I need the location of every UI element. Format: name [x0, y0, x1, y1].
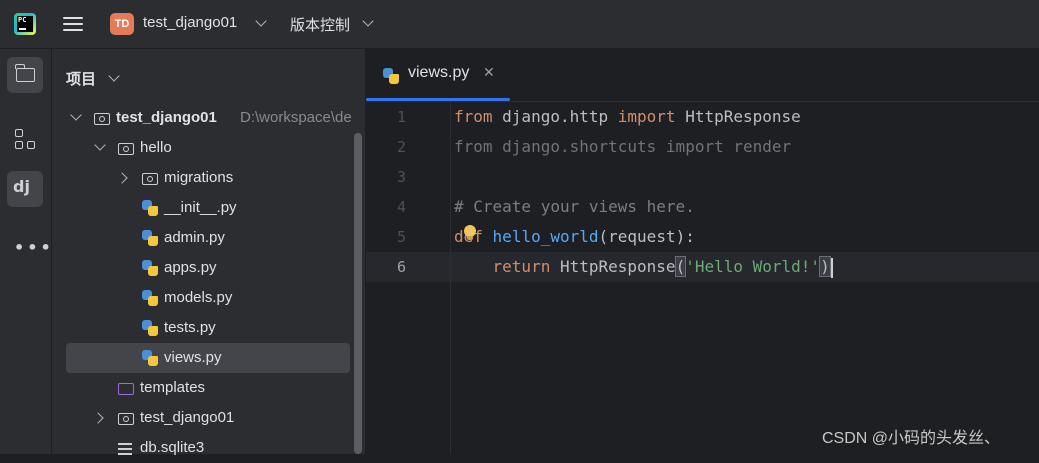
structure-icon — [15, 129, 23, 137]
tree-item-label: test_django01 — [116, 109, 217, 126]
project-badge[interactable]: TD — [110, 13, 134, 35]
package-icon — [118, 143, 134, 155]
title-bar: PC TD test_django01 版本控制 — [0, 0, 1039, 49]
tree-item-label: db.sqlite3 — [140, 439, 205, 456]
line-number: 2 — [396, 138, 406, 156]
tool-window-strip: dj ••• — [0, 49, 52, 454]
active-tab-indicator — [366, 98, 510, 101]
tree-item-hello[interactable]: hello — [52, 133, 352, 163]
line-number: 1 — [396, 108, 406, 126]
tree-item-label: templates — [140, 379, 206, 396]
tree-item-label: models.py — [164, 289, 233, 306]
chevron-down-icon[interactable] — [362, 15, 374, 27]
line-number-gutter: 1 2 3 4 5 6 — [366, 102, 451, 454]
package-icon — [118, 413, 134, 425]
tree-item-test-django01[interactable]: test_django01 — [52, 403, 352, 433]
tree-item-tests[interactable]: tests.py — [52, 313, 352, 343]
more-icon: ••• — [14, 238, 54, 257]
chevron-down-icon[interactable] — [108, 70, 120, 82]
package-icon — [142, 173, 158, 185]
code-line-4[interactable]: # Create your views here. — [454, 192, 695, 222]
python-file-icon — [142, 320, 158, 336]
vcs-menu[interactable]: 版本控制 — [290, 14, 350, 35]
chevron-right-icon[interactable] — [92, 412, 104, 424]
tree-item-project-root[interactable]: test_django01 D:\workspace\de — [52, 103, 352, 133]
editor-tab-bar: views.py ✕ — [366, 49, 1039, 102]
code-line-5[interactable]: def hello_world(request): — [454, 222, 695, 252]
chevron-down-icon[interactable] — [255, 15, 267, 27]
close-icon[interactable]: ✕ — [483, 65, 495, 81]
python-file-icon — [142, 290, 158, 306]
python-file-icon — [142, 200, 158, 216]
tree-item-label: apps.py — [164, 259, 217, 276]
templates-folder-icon — [118, 383, 134, 395]
tree-item-label: admin.py — [164, 229, 225, 246]
line-number: 6 — [396, 258, 406, 276]
pycharm-logo-icon[interactable]: PC — [14, 13, 36, 35]
structure-tool-button[interactable] — [7, 121, 43, 157]
tree-item-label: tests.py — [164, 319, 216, 336]
tab-label: views.py — [408, 64, 470, 81]
watermark: CSDN @小码的头发丝、 — [822, 430, 1001, 447]
tree-item-templates[interactable]: templates — [52, 373, 352, 403]
python-file-icon — [142, 260, 158, 276]
main-menu-icon[interactable] — [63, 14, 83, 34]
tree-item-label: migrations — [164, 169, 234, 186]
tree-item-label: test_django01 — [140, 409, 235, 426]
line-number: 4 — [396, 198, 406, 216]
code-line-6[interactable]: return HttpResponse('Hello World!') — [454, 252, 833, 282]
database-file-icon — [118, 443, 132, 457]
tree-item-label: views.py — [164, 349, 222, 366]
chevron-down-icon[interactable] — [70, 109, 82, 121]
tree-item-apps[interactable]: apps.py — [52, 253, 352, 283]
tree-item-init[interactable]: __init__.py — [52, 193, 352, 223]
project-tool-button[interactable] — [7, 57, 43, 93]
text-caret — [830, 257, 833, 278]
python-file-icon — [142, 230, 158, 246]
intention-bulb-icon[interactable] — [464, 225, 476, 240]
line-number: 3 — [396, 168, 406, 186]
tree-item-label: __init__.py — [164, 199, 237, 216]
panel-title[interactable]: 项目 — [66, 68, 96, 89]
panel-scrollbar[interactable] — [354, 133, 362, 454]
tree-item-views[interactable]: views.py — [66, 343, 350, 373]
django-tool-button[interactable]: dj — [7, 171, 43, 207]
tree-item-models[interactable]: models.py — [52, 283, 352, 313]
project-path: D:\workspace\de — [240, 109, 352, 126]
code-editor[interactable]: views.py ✕ 1 2 3 4 5 6 from django.http … — [366, 49, 1039, 454]
python-file-icon — [142, 350, 158, 366]
tree-item-label: hello — [140, 139, 172, 156]
project-switcher[interactable]: test_django01 — [143, 14, 237, 31]
python-file-icon — [383, 68, 399, 84]
more-tools-button[interactable]: ••• — [7, 221, 51, 257]
tree-item-db[interactable]: db.sqlite3 — [52, 433, 352, 463]
folder-icon — [94, 113, 110, 125]
line-number: 5 — [396, 228, 406, 246]
code-line-2[interactable]: from django.shortcuts import render — [454, 132, 791, 162]
code-line-1[interactable]: from django.http import HttpResponse — [454, 102, 801, 132]
folder-icon — [15, 64, 35, 82]
project-panel: 项目 test_django01 D:\workspace\de hello m… — [52, 49, 366, 456]
chevron-down-icon[interactable] — [94, 139, 106, 151]
django-icon: dj — [13, 177, 30, 196]
tree-item-migrations[interactable]: migrations — [52, 163, 352, 193]
chevron-right-icon[interactable] — [116, 172, 128, 184]
tab-views-py[interactable]: views.py ✕ — [366, 49, 510, 101]
tree-item-admin[interactable]: admin.py — [52, 223, 352, 253]
